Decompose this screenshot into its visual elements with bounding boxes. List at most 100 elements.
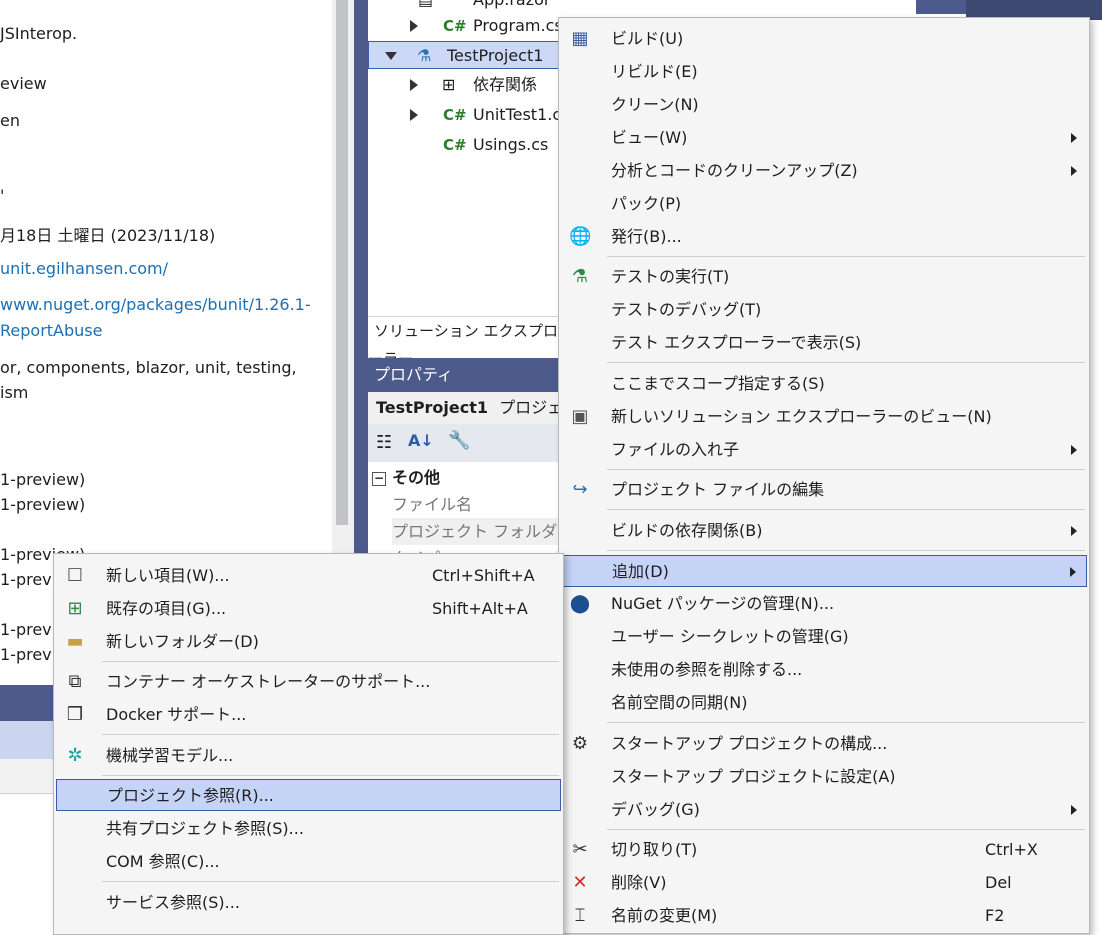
chevron-right-icon[interactable] [410,79,418,91]
menu-label: スタートアップ プロジェクトの構成... [611,734,888,753]
menu-cut[interactable]: ✂ 切り取り(T) Ctrl+X [561,834,1087,866]
categorized-icon[interactable]: ☷ [376,432,392,453]
menu-debug-tests[interactable]: テストのデバッグ(T) [561,294,1087,326]
menu-remove-unused-references[interactable]: 未使用の参照を削除する... [561,654,1087,686]
menu-rebuild[interactable]: リビルド(E) [561,56,1087,88]
menu-label: 名前の変更(M) [611,906,718,925]
menu-file-nesting[interactable]: ファイルの入れ子 [561,434,1087,466]
menu-build[interactable]: ▦ ビルド(U) [561,23,1087,55]
property-project-folder[interactable]: プロジェクト フォルダー [392,518,568,545]
rename-icon: ⌶ [574,905,586,926]
menu-show-test-explorer[interactable]: テスト エクスプローラーで表示(S) [561,327,1087,359]
submenu-project-reference[interactable]: プロジェクト参照(R)... [56,779,561,811]
submenu-docker-support[interactable]: ❒ Docker サポート... [56,699,561,731]
property-file-name[interactable]: ファイル名 [392,491,472,518]
detail-text: ' [0,186,5,205]
tree-scrollbar[interactable] [916,0,966,14]
container-icon: ⧉ [68,671,82,692]
menu-add[interactable]: 追加(D) [561,555,1087,587]
menu-debug[interactable]: デバッグ(G) [561,794,1087,826]
property-pages-icon[interactable]: 🔧 [448,430,470,451]
submenu-arrow-icon [1071,166,1077,176]
docker-icon: ❒ [66,704,84,725]
tree-item-dependencies[interactable]: ⊞ 依存関係 [368,71,568,99]
build-icon: ▦ [571,28,589,49]
menu-manage-nuget[interactable]: ⬤ NuGet パッケージの管理(N)... [561,588,1087,620]
report-abuse-link-cont[interactable]: ReportAbuse [0,321,102,340]
menu-label: 新しいフォルダー(D) [106,632,259,651]
report-abuse-link[interactable]: www.nuget.org/packages/bunit/1.26.1- [0,295,311,314]
menu-label: ビルド(U) [611,29,684,48]
submenu-shared-project-reference[interactable]: 共有プロジェクト参照(S)... [56,813,561,845]
property-type[interactable]: タイプ [392,545,440,553]
menu-delete[interactable]: ✕ 削除(V) Del [561,867,1087,899]
dependency-version: 1-preview) [0,470,86,489]
tree-item-label: Program.cs [473,16,563,35]
menu-edit-project-file[interactable]: ↪ プロジェクト ファイルの編集 [561,474,1087,506]
project-context-menu: ▦ ビルド(U) リビルド(E) クリーン(N) ビュー(W) 分析とコードのク… [558,17,1090,934]
tags-text: ism [0,383,29,402]
menu-label: クリーン(N) [611,95,699,114]
menu-configure-startup[interactable]: ⚙ スタートアップ プロジェクトの構成... [561,728,1087,760]
submenu-arrow-icon [1070,567,1076,577]
category-other[interactable]: − その他 [372,464,440,491]
menu-label: ビュー(W) [611,128,688,147]
details-scrollbar-thumb[interactable] [336,0,348,525]
submenu-new-item[interactable]: ☐ 新しい項目(W)... Ctrl+Shift+A [56,560,561,592]
menu-new-se-view[interactable]: ▣ 新しいソリューション エクスプローラーのビュー(N) [561,401,1087,433]
dependencies-icon: ⊞ [442,75,456,94]
submenu-container-orchestrator[interactable]: ⧉ コンテナー オーケストレーターのサポート... [56,666,561,698]
menu-clean[interactable]: クリーン(N) [561,89,1087,121]
chevron-down-icon[interactable] [385,52,397,60]
submenu-arrow-icon [1071,133,1077,143]
menu-build-dependencies[interactable]: ビルドの依存関係(B) [561,515,1087,547]
menu-label: パック(P) [611,194,682,213]
menu-separator [102,881,559,882]
submenu-com-reference[interactable]: COM 参照(C)... [56,846,561,878]
collapse-icon[interactable]: − [372,471,386,486]
tree-item-usings-cs[interactable]: C# Usings.cs [368,131,568,159]
menu-analyze-cleanup[interactable]: 分析とコードのクリーンアップ(Z) [561,155,1087,187]
properties-header: プロパティ [368,358,568,392]
tree-item-testproject1[interactable]: ⚗ TestProject1 [368,41,568,69]
menu-label: 未使用の参照を削除する... [611,660,803,679]
solution-explorer-tab[interactable]: ソリューション エクスプローラー [368,316,568,368]
submenu-new-folder[interactable]: ▬ 新しいフォルダー(D) [56,626,561,658]
menu-separator [607,722,1085,723]
tree-item-unittest1-cs[interactable]: C# UnitTest1.cs [368,101,568,129]
menu-manage-user-secrets[interactable]: ユーザー シークレットの管理(G) [561,621,1087,653]
submenu-service-reference[interactable]: サービス参照(S)... [56,887,561,919]
tree-item-program-cs[interactable]: C# Program.cs [368,12,568,40]
sort-az-icon[interactable]: A↓ [408,431,434,450]
menu-label: 新しいソリューション エクスプローラーのビュー(N) [611,407,992,426]
menu-label: プロジェクト参照(R)... [107,786,274,805]
bottom-panel-tab[interactable] [0,721,60,759]
properties-object-selector[interactable]: TestProject1 プロジェクト [368,392,568,449]
menu-label: ファイルの入れ子 [611,440,740,459]
new-item-icon: ☐ [66,565,84,586]
menu-set-startup[interactable]: スタートアップ プロジェクトに設定(A) [561,761,1087,793]
dependency-version: 1-previ [0,645,57,664]
menu-run-tests[interactable]: ⚗ テストの実行(T) [561,261,1087,293]
project-url-link[interactable]: unit.egilhansen.com/ [0,259,168,278]
menu-label: 分析とコードのクリーンアップ(Z) [611,161,858,180]
tree-item-label: UnitTest1.cs [473,105,568,124]
scissors-icon: ✂ [572,839,588,860]
chevron-right-icon[interactable] [410,20,418,32]
menu-label: NuGet パッケージの管理(N)... [611,594,835,613]
menu-sync-namespaces[interactable]: 名前空間の同期(N) [561,687,1087,719]
menu-separator [607,509,1085,510]
menu-label: 追加(D) [612,562,669,581]
submenu-existing-item[interactable]: ⊞ 既存の項目(G)... Shift+Alt+A [56,593,561,625]
menu-scope-to-this[interactable]: ここまでスコープ指定する(S) [561,368,1087,400]
chevron-right-icon[interactable] [410,109,418,121]
submenu-ml-model[interactable]: ✲ 機械学習モデル... [56,740,561,772]
run-test-icon: ⚗ [571,266,589,287]
menu-publish[interactable]: 🌐 発行(B)... [561,221,1087,253]
menu-view[interactable]: ビュー(W) [561,122,1087,154]
menu-rename[interactable]: ⌶ 名前の変更(M) F2 [561,900,1087,932]
detail-text: en [0,111,20,130]
csharp-file-icon: C# [443,136,467,154]
existing-item-icon: ⊞ [67,598,83,619]
menu-pack[interactable]: パック(P) [561,188,1087,220]
